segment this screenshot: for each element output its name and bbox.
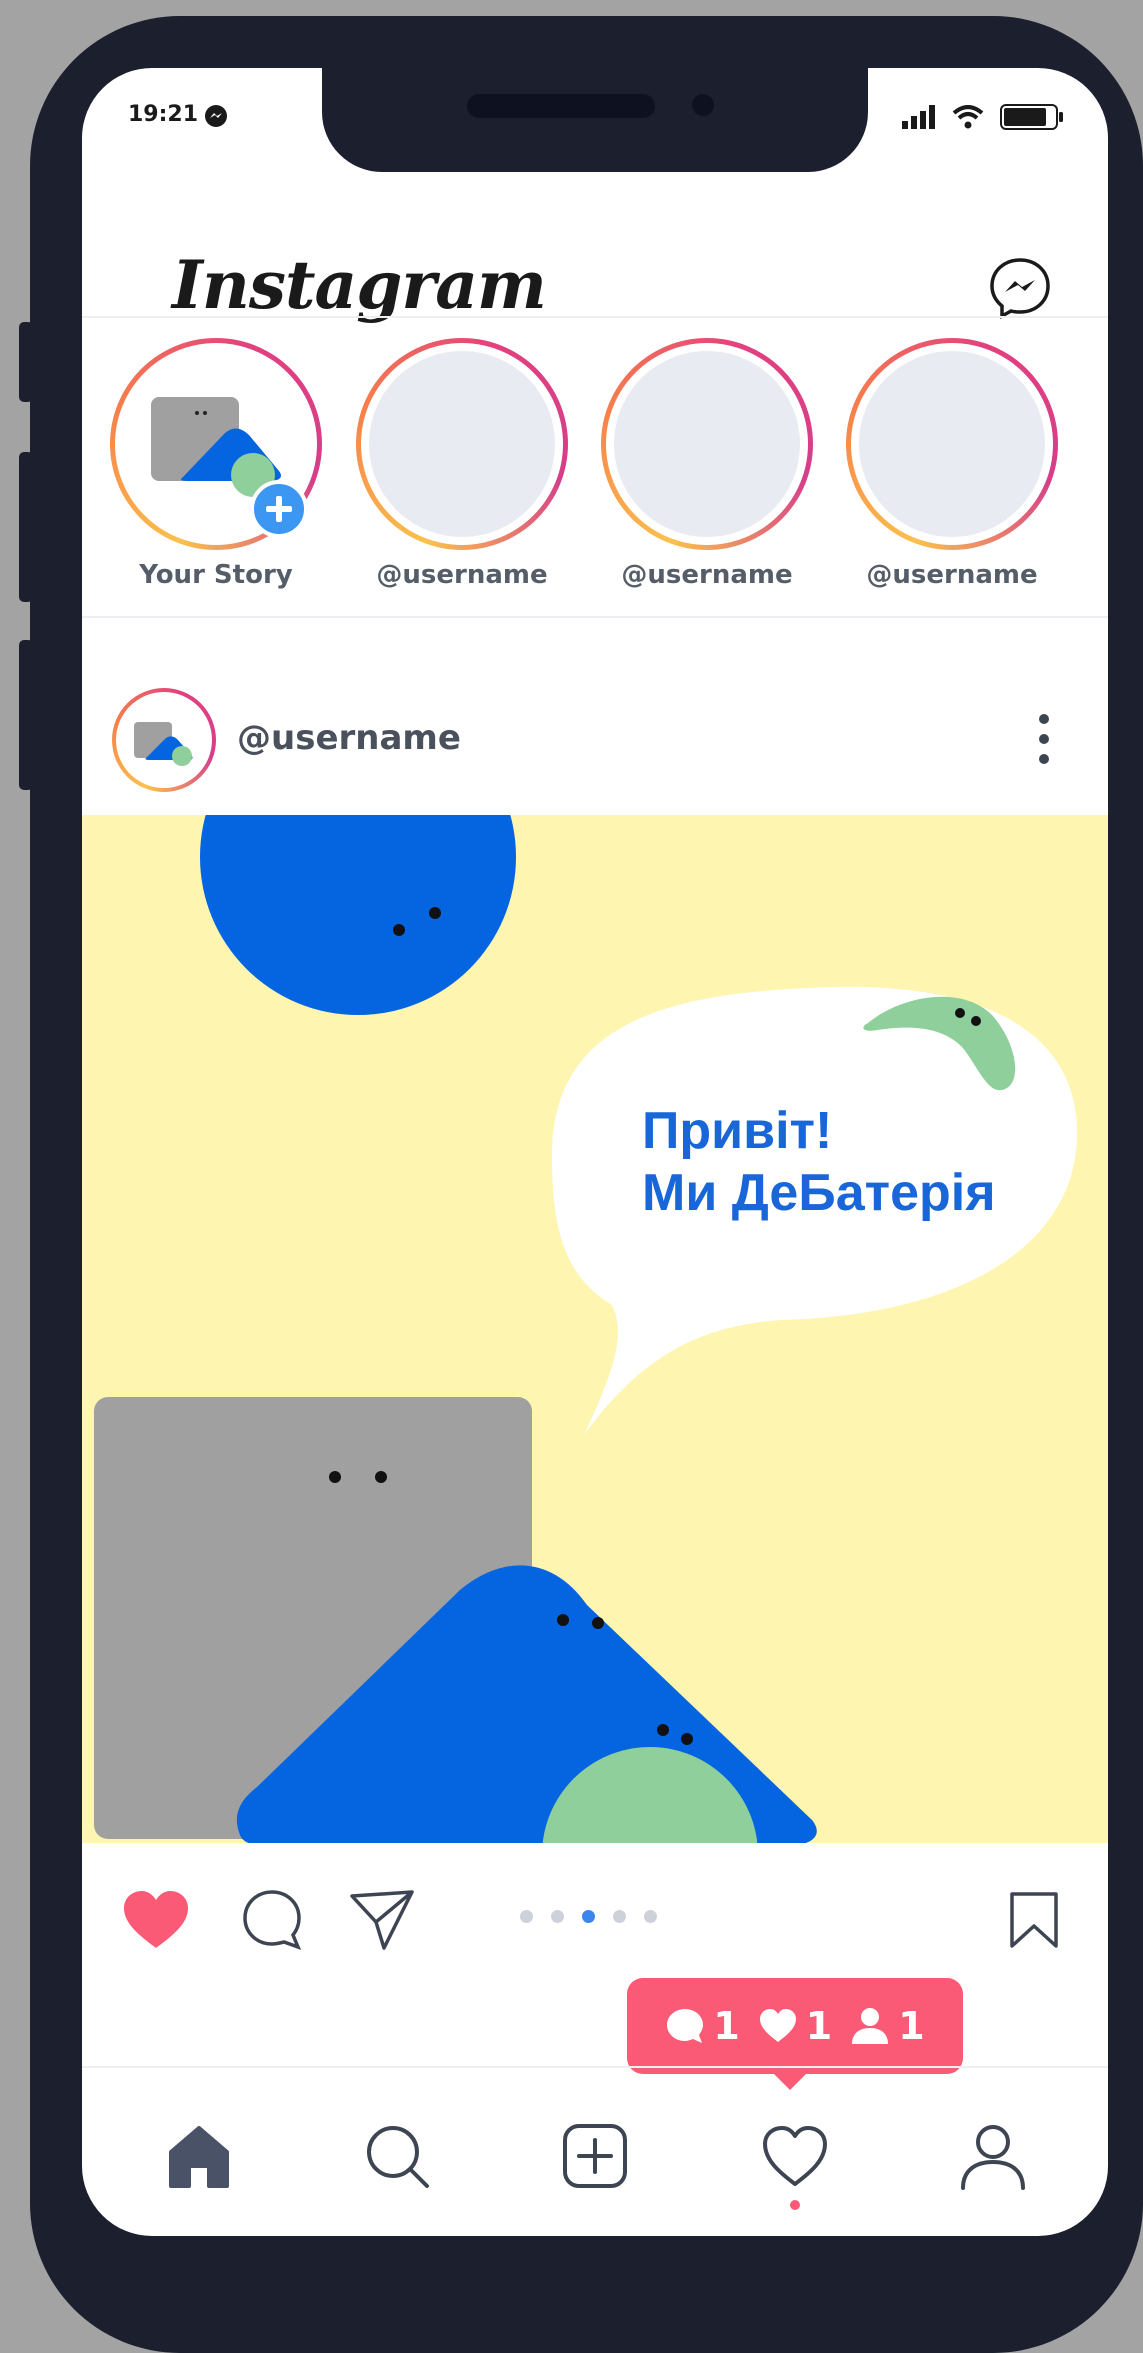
post-image-text: Привіт! Ми ДеБатерія (642, 1100, 996, 1224)
carousel-dot (551, 1910, 564, 1923)
like-heart-icon[interactable] (120, 1888, 192, 1952)
activity-heart-icon[interactable] (759, 2120, 831, 2192)
story-label: @username (866, 560, 1038, 590)
post-image[interactable]: Привіт! Ми ДеБатерія (82, 815, 1108, 1843)
wifi-icon (952, 105, 984, 129)
more-options-icon[interactable] (1038, 712, 1050, 766)
profile-icon[interactable] (957, 2120, 1029, 2192)
carousel-dot (520, 1910, 533, 1923)
carousel-indicator (520, 1910, 657, 1923)
post-actions (82, 1880, 1108, 1960)
battery-icon (1000, 104, 1063, 130)
debattery-avatar (134, 722, 193, 766)
notification-comments: 1 (665, 2004, 740, 2048)
camera (692, 94, 714, 116)
user-icon (852, 2008, 889, 2044)
app-header: Instagram (82, 208, 1108, 358)
instagram-logo[interactable]: Instagram (172, 246, 547, 324)
post-header: @username (82, 688, 1108, 798)
notification-comments-count: 1 (713, 2004, 740, 2048)
notification-followers: 1 (850, 2004, 925, 2048)
messenger-status-icon (205, 105, 227, 127)
notch (322, 68, 868, 172)
speaker (467, 94, 655, 118)
share-icon[interactable] (348, 1888, 416, 1952)
story-label: @username (376, 560, 548, 590)
notification-followers-count: 1 (898, 2004, 925, 2048)
comment-bubble-icon (667, 2009, 704, 2043)
story-avatar (614, 351, 800, 537)
messenger-icon[interactable] (988, 256, 1052, 320)
home-icon[interactable] (163, 2120, 235, 2192)
notification-likes: 1 (758, 2004, 832, 2048)
post-username[interactable]: @username (237, 718, 461, 758)
search-icon[interactable] (361, 2120, 433, 2192)
activity-indicator-dot (790, 2200, 800, 2210)
carousel-dot (644, 1910, 657, 1923)
story-label: Your Story (139, 560, 293, 590)
story-ring (601, 338, 813, 550)
add-story-icon[interactable] (250, 480, 308, 538)
story-ring (846, 338, 1058, 550)
signal-icon (902, 105, 935, 129)
side-button (19, 640, 33, 790)
comment-icon[interactable] (240, 1888, 304, 1952)
story-ring (356, 338, 568, 550)
story-label: @username (621, 560, 793, 590)
post-avatar[interactable] (112, 688, 216, 792)
story-avatar (859, 351, 1045, 537)
status-icons (902, 104, 1064, 130)
status-time: 19:21 (128, 102, 199, 127)
divider (82, 316, 1108, 318)
bookmark-icon[interactable] (1008, 1890, 1060, 1950)
post-image-text-line1: Привіт! (642, 1102, 833, 1160)
carousel-dot (613, 1910, 626, 1923)
side-button (19, 452, 33, 602)
side-button (19, 322, 33, 402)
heart-icon (759, 2009, 796, 2042)
post-image-text-line2: Ми ДеБатерія (642, 1164, 996, 1222)
notification-likes-count: 1 (805, 2004, 833, 2048)
divider (82, 2066, 1108, 2068)
post-illustration (94, 815, 1078, 1843)
carousel-dot-active (582, 1910, 595, 1923)
divider (82, 616, 1108, 618)
bottom-tab-bar (82, 2070, 1108, 2236)
story-avatar (369, 351, 555, 537)
phone-screen: 19:21 Instagram Your Story @username @us… (82, 68, 1108, 2236)
create-post-icon[interactable] (559, 2120, 631, 2192)
stories-row: Your Story @username @username @username (82, 338, 1108, 618)
activity-notification[interactable]: 1 1 1 (627, 1978, 963, 2074)
